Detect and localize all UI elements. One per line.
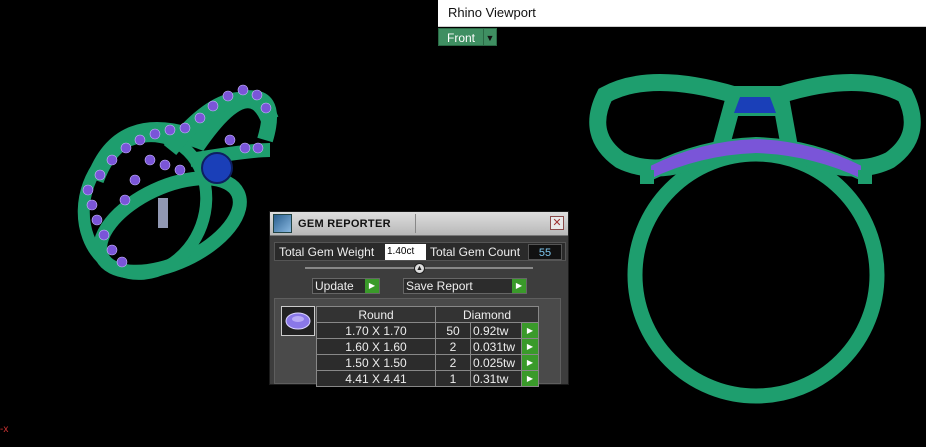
table-header-row: Round Diamond xyxy=(316,306,539,323)
gem-size: 4.41 X 4.41 xyxy=(316,370,436,387)
viewport-title: Rhino Viewport xyxy=(448,5,536,20)
gem-weight: 0.31tw xyxy=(470,370,522,387)
slider-handle[interactable]: ▲ xyxy=(414,263,425,274)
gem-reporter-panel: GEM REPORTER ✕ Total Gem Weight 1.40ct T… xyxy=(269,211,569,387)
column-header-material: Diamond xyxy=(435,306,539,323)
viewport-title-bar: Rhino Viewport xyxy=(438,0,926,27)
ring-perspective-view xyxy=(77,84,279,280)
chevron-down-icon[interactable]: ▼ xyxy=(484,28,498,46)
row-select-button[interactable]: ▶ xyxy=(521,354,539,371)
table-row: 1.60 X 1.60 2 0.031tw ▶ xyxy=(316,338,539,355)
save-report-button-label: Save Report xyxy=(406,279,473,293)
play-arrow-icon[interactable]: ▶ xyxy=(365,279,379,293)
row-select-button[interactable]: ▶ xyxy=(521,370,539,387)
table-row: 1.70 X 1.70 50 0.92tw ▶ xyxy=(316,322,539,339)
total-count-label: Total Gem Count xyxy=(430,244,521,259)
gem-size: 1.50 X 1.50 xyxy=(316,354,436,371)
gem-count: 2 xyxy=(435,354,471,371)
column-header-shape: Round xyxy=(316,306,436,323)
gem-count: 50 xyxy=(435,322,471,339)
view-selector[interactable]: Front ▼ xyxy=(438,28,498,46)
table-row: 4.41 X 4.41 1 0.31tw ▶ xyxy=(316,370,539,387)
gem-count: 1 xyxy=(435,370,471,387)
round-gem-thumbnail[interactable] xyxy=(281,306,315,336)
row-select-button[interactable]: ▶ xyxy=(521,338,539,355)
play-arrow-icon[interactable]: ▶ xyxy=(512,279,526,293)
gem-size: 1.60 X 1.60 xyxy=(316,338,436,355)
title-divider xyxy=(415,214,416,233)
table-row: 1.50 X 1.50 2 0.025tw ▶ xyxy=(316,354,539,371)
row-select-button[interactable]: ▶ xyxy=(521,322,539,339)
total-count-value: 55 xyxy=(528,243,562,260)
axis-indicator: -x xyxy=(0,424,9,435)
ring-front-view xyxy=(589,74,921,404)
gem-weight: 0.031tw xyxy=(470,338,522,355)
gem-weight: 0.92tw xyxy=(470,322,522,339)
gem-reporter-title: GEM REPORTER xyxy=(298,217,391,230)
gem-table-area: Round Diamond 1.70 X 1.70 50 0.92tw ▶ 1.… xyxy=(274,298,561,387)
round-gem-icon xyxy=(285,312,311,330)
gem-reporter-app-icon xyxy=(273,214,292,233)
gem-reporter-title-bar[interactable]: GEM REPORTER ✕ xyxy=(270,212,568,236)
gem-count: 2 xyxy=(435,338,471,355)
gem-table: Round Diamond 1.70 X 1.70 50 0.92tw ▶ 1.… xyxy=(316,306,539,387)
totals-row: Total Gem Weight 1.40ct Total Gem Count … xyxy=(274,242,566,261)
update-button[interactable]: Update ▶ xyxy=(312,278,380,294)
total-weight-field[interactable]: 1.40ct xyxy=(385,243,426,260)
gem-weight: 0.025tw xyxy=(470,354,522,371)
gem-size: 1.70 X 1.70 xyxy=(316,322,436,339)
save-report-button[interactable]: Save Report ▶ xyxy=(403,278,527,294)
close-icon[interactable]: ✕ xyxy=(550,216,564,230)
update-button-label: Update xyxy=(315,279,354,293)
total-weight-label: Total Gem Weight xyxy=(279,244,375,259)
view-name-label[interactable]: Front xyxy=(438,28,485,46)
